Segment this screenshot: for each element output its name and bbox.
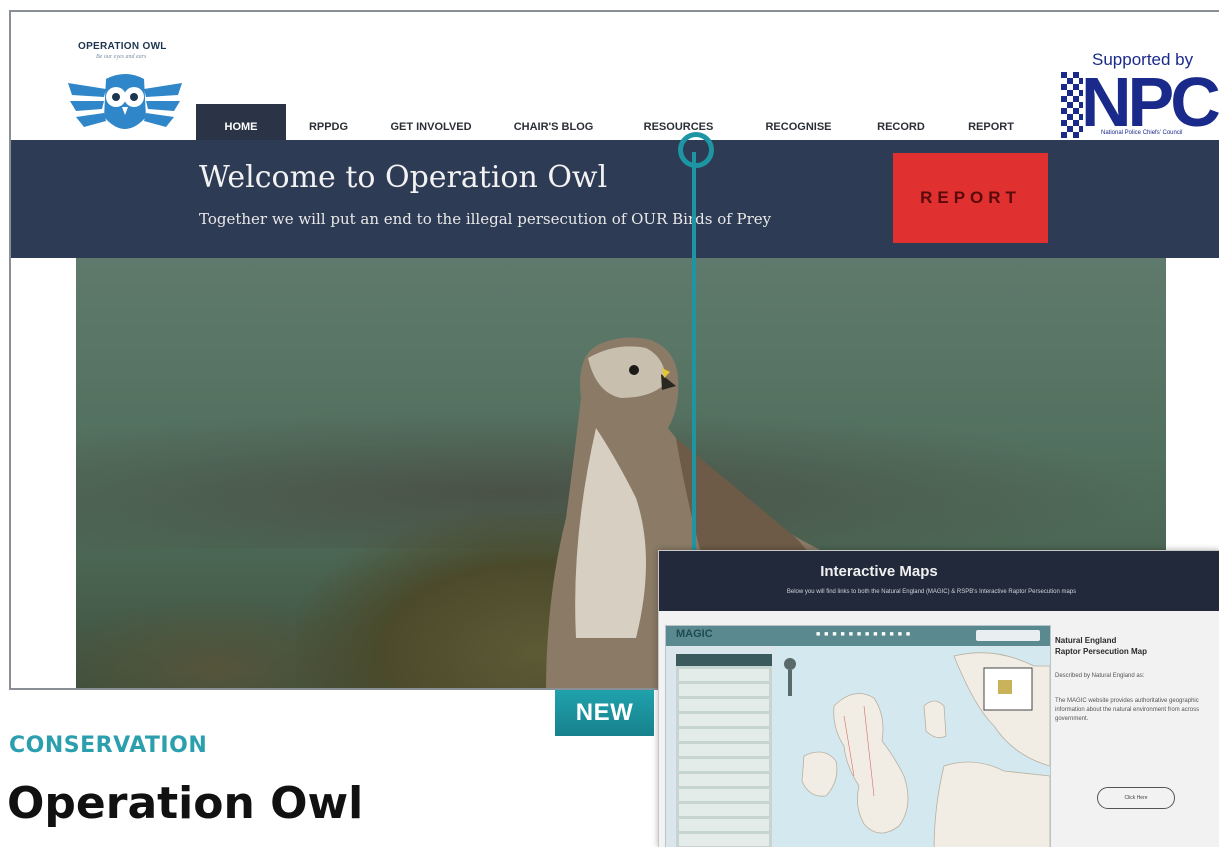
layer-row[interactable]: [679, 759, 769, 771]
banner-title: Welcome to Operation Owl: [199, 160, 608, 195]
layer-row[interactable]: [679, 714, 769, 726]
inset-title: Interactive Maps: [820, 563, 938, 580]
layer-row[interactable]: [679, 699, 769, 711]
map-tool-icons: ■ ■ ■ ■ ■ ■ ■ ■ ■ ■ ■ ■: [816, 631, 912, 638]
section-category: CONSERVATION: [9, 733, 208, 758]
article-headline: Operation Owl: [7, 778, 364, 829]
panel-credit: Described by Natural England as:: [1055, 673, 1145, 679]
layer-row[interactable]: [679, 729, 769, 741]
map-canvas[interactable]: [774, 646, 1050, 847]
click-here-button[interactable]: Click Here: [1097, 787, 1175, 809]
map-search-input[interactable]: [976, 630, 1040, 641]
layer-row[interactable]: [679, 819, 769, 831]
welcome-banner: Welcome to Operation Owl Together we wil…: [11, 140, 1219, 258]
layer-row[interactable]: [679, 774, 769, 786]
npcc-checkered-icon: [1061, 72, 1083, 142]
panel-title-line2: Raptor Persecution Map: [1055, 647, 1148, 656]
layer-row[interactable]: [679, 804, 769, 816]
new-badge-label: NEW: [575, 699, 634, 726]
map-info-panel: Natural England Raptor Persecution Map D…: [1055, 635, 1215, 845]
inset-header: Interactive Maps Below you will find lin…: [659, 551, 1219, 611]
logo-tagline: Be our eyes and ears: [96, 54, 147, 60]
map-toolbar: MAGIC ■ ■ ■ ■ ■ ■ ■ ■ ■ ■ ■ ■: [666, 626, 1050, 646]
uk-map-image: [774, 646, 1050, 847]
logo-title: OPERATION OWL: [78, 41, 167, 52]
panel-title-line1: Natural England: [1055, 636, 1117, 645]
layer-row[interactable]: [679, 834, 769, 846]
inset-description: Below you will find links to both the Na…: [786, 589, 1077, 595]
panel-description: The MAGIC website provides authoritative…: [1055, 698, 1200, 722]
banner-subtitle: Together we will put an end to the illeg…: [199, 210, 772, 228]
magic-map-screenshot[interactable]: MAGIC ■ ■ ■ ■ ■ ■ ■ ■ ■ ■ ■ ■: [665, 625, 1051, 847]
callout-connector-line: [692, 152, 696, 552]
inset-body: MAGIC ■ ■ ■ ■ ■ ■ ■ ■ ■ ■ ■ ■ Natural En…: [659, 611, 1219, 847]
report-button[interactable]: REPORT: [893, 153, 1048, 243]
npcc-subtitle: National Police Chiefs' Council: [1101, 130, 1183, 136]
callout-ring-icon: [678, 132, 714, 168]
map-layers-panel[interactable]: [676, 654, 772, 847]
report-button-label: REPORT: [920, 188, 1021, 207]
layer-row[interactable]: [679, 669, 769, 681]
interactive-maps-inset: Interactive Maps Below you will find lin…: [658, 550, 1219, 847]
layers-panel-header: [676, 654, 772, 666]
owl-logo-icon: [68, 74, 182, 129]
magic-logo: MAGIC: [676, 628, 713, 640]
layer-row[interactable]: [679, 684, 769, 696]
layer-row[interactable]: [679, 744, 769, 756]
operation-owl-logo[interactable]: OPERATION OWL Be our eyes and ears: [66, 37, 186, 147]
npcc-logo[interactable]: Supported by NPCC National Police Chiefs…: [1061, 50, 1219, 150]
new-badge: NEW: [555, 690, 654, 736]
layer-row[interactable]: [679, 789, 769, 801]
